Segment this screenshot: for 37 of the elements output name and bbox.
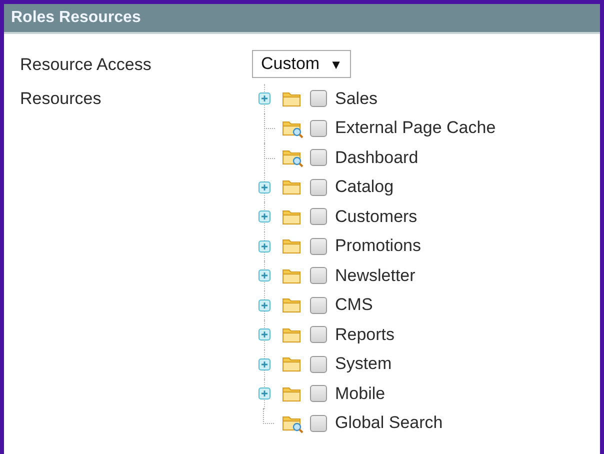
tree-item-label[interactable]: Catalog (335, 177, 394, 198)
field-label: Resources (20, 88, 102, 109)
tree-item-label[interactable]: CMS (335, 295, 373, 316)
checkbox[interactable] (310, 414, 327, 432)
checkbox[interactable] (310, 90, 327, 108)
tree-item-label[interactable]: Global Search (335, 413, 443, 434)
checkbox[interactable] (310, 296, 327, 314)
resource-access-dropdown[interactable]: Custom ▼ (252, 50, 352, 78)
checkbox[interactable] (310, 267, 327, 284)
panel-title: Roles Resources (11, 9, 141, 27)
checkbox[interactable] (310, 238, 327, 255)
expand-icon[interactable] (258, 180, 271, 194)
expand-icon[interactable] (258, 328, 271, 342)
checkbox[interactable] (310, 178, 327, 196)
expand-icon[interactable] (258, 240, 271, 253)
expand-icon[interactable] (258, 298, 271, 312)
expand-icon[interactable] (258, 269, 271, 282)
tree-item-label[interactable]: Customers (335, 206, 418, 227)
expand-icon[interactable] (258, 92, 271, 106)
expand-icon[interactable] (258, 358, 271, 371)
tree-item-label[interactable]: Sales (335, 88, 378, 109)
checkbox[interactable] (310, 120, 327, 137)
tree-item-label[interactable]: External Page Cache (335, 118, 496, 138)
expand-icon[interactable] (258, 210, 271, 224)
tree-item-label[interactable]: Promotions (335, 236, 421, 256)
tree-item-label[interactable]: Dashboard (335, 148, 418, 168)
field-label: Resource Access (20, 54, 152, 75)
tree-item-label[interactable]: Newsletter (335, 266, 416, 286)
expand-icon[interactable] (258, 387, 271, 400)
checkbox[interactable] (310, 326, 327, 344)
checkbox[interactable] (310, 208, 327, 226)
checkbox[interactable] (310, 356, 327, 373)
tree-item-label[interactable]: Mobile (335, 384, 386, 404)
tree-item-label[interactable]: Reports (335, 324, 395, 345)
tree-item-label[interactable]: System (335, 354, 392, 374)
checkbox[interactable] (310, 385, 327, 402)
checkbox[interactable] (310, 149, 327, 166)
